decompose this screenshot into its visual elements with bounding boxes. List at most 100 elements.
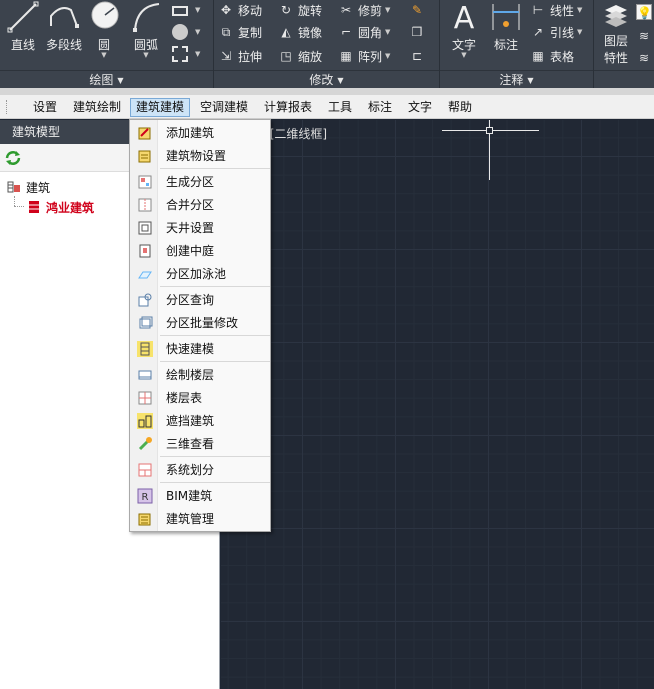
array-icon: ▦ [340,49,352,63]
text-tool[interactable]: A 文字 ▼ [446,0,482,59]
menu-add-building[interactable]: 添加建筑 [131,121,269,144]
move-icon: ✥ [220,3,232,17]
fillet-tool[interactable]: ⌐ 圆角 ▼ [338,22,390,42]
menu-zone-batch-edit[interactable]: 分区批量修改 [131,311,269,334]
rectangle-tool[interactable]: ▼ [172,0,200,20]
trim-icon: ✂ [340,3,352,17]
zone-pool-icon [138,271,152,278]
erase-tool[interactable]: ✎ [409,0,429,20]
layer-state-tool[interactable]: 💡 [636,2,654,22]
tree-connector-h [14,206,24,207]
arc-icon [133,3,160,32]
stretch-tool[interactable]: ⇲ 拉伸 [218,46,262,66]
menu-draw-floor[interactable]: 绘制楼层 [131,363,269,386]
menu-merge-zone[interactable]: 合并分区 [131,193,269,216]
annotate-group-title[interactable]: 注释 ▼ [440,71,593,88]
rotate-tool[interactable]: ↻ 旋转 [278,0,322,20]
menu-3d-view[interactable]: 三维查看 [131,432,269,455]
layer-tool-3[interactable]: ≋ [636,48,654,68]
draw-group: 直线 多段线 圆 ▼ 圆弧 ▼ ▼ ▼ ▼ 绘图 ▼ [0,0,214,88]
shading-building-icon [137,412,153,429]
copy-tool[interactable]: ⧉ 复制 [218,22,262,42]
ribbon: 直线 多段线 圆 ▼ 圆弧 ▼ ▼ ▼ ▼ 绘图 ▼ ✥ 移动 ↻ 旋转 ✂ 修… [0,0,654,88]
line-label: 直线 [10,38,35,52]
table-tool[interactable]: ▦ 表格 [530,46,574,66]
layer-stack-icon-2: ≋ [638,51,650,65]
menu-annotation[interactable]: 标注 [363,98,397,117]
zone-batch-edit-icon [139,316,153,328]
linear-dimension-icon: ⊢ [532,3,544,17]
building-block-icon [29,201,39,213]
layer-properties-tool[interactable]: 图层 特性 [598,0,634,66]
menu-building-settings[interactable]: 建筑物设置 [131,144,269,167]
dropdown-separator [160,482,270,483]
svg-text:A: A [454,1,475,34]
polyline-icon [50,7,79,28]
mirror-tool[interactable]: ◭ 镜像 [278,22,322,42]
stretch-icon: ⇲ [220,49,232,63]
menu-hvac-model[interactable]: 空调建模 [195,98,253,117]
add-building-icon [138,127,151,139]
boundary-tool[interactable]: ▼ [172,44,200,64]
menu-settings[interactable]: 设置 [28,98,62,117]
trim-tool[interactable]: ✂ 修剪 ▼ [338,0,390,20]
table-icon: ▦ [532,49,544,63]
fillet-icon: ⌐ [340,25,352,39]
menu-bar: 设置 建筑绘制 建筑建模 空调建模 计算报表 工具 标注 文字 帮助 [0,95,654,119]
create-courtyard-icon [139,244,151,257]
menu-shading-building[interactable]: 遮挡建筑 [131,409,269,432]
line-icon [7,1,39,33]
menu-building-draw[interactable]: 建筑绘制 [68,98,126,117]
menu-text[interactable]: 文字 [403,98,437,117]
menu-atrium-settings[interactable]: 天井设置 [131,216,269,239]
offset-icon: ⊏ [411,49,423,63]
dimension-tool[interactable]: 标注 [488,0,524,53]
drawing-canvas[interactable]: ]|[二维线框] [221,120,654,689]
explode-tool[interactable]: ❒ [409,22,429,42]
menu-zone-pool[interactable]: 分区加泳池 [131,262,269,285]
menu-bim-building[interactable]: R BIM建筑 [131,484,269,507]
menu-building-model[interactable]: 建筑建模 [130,98,191,117]
dropdown-separator [160,335,270,336]
menu-help[interactable]: 帮助 [443,98,477,117]
menu-zone-query[interactable]: 分区查询 [131,288,269,311]
modify-group-title[interactable]: 修改 ▼ [214,71,439,88]
layer-stack-icon: ≋ [638,29,650,43]
tree-root-label: 建筑 [26,180,51,195]
dropdown-separator [160,168,270,169]
menu-quick-model[interactable]: 快速建模 [131,337,269,360]
draw-floor-icon [138,370,152,379]
menu-tools[interactable]: 工具 [323,98,357,117]
arc-tool[interactable]: 圆弧 ▼ [128,0,164,59]
polyline-tool[interactable]: 多段线 [42,0,86,53]
svg-text:R: R [142,492,149,503]
linear-tool[interactable]: ⊢ 线性 ▼ [530,0,583,20]
refresh-icon[interactable] [4,149,22,167]
tree-connector [14,196,15,206]
scale-tool[interactable]: ◳ 缩放 [278,46,322,66]
circle-icon [91,1,119,29]
offset-tool[interactable]: ⊏ [409,46,429,66]
layer-tool-2[interactable]: ≋ [636,26,654,46]
tree-root-building[interactable]: 建筑 [6,178,50,196]
crosshair-pickbox [486,127,493,134]
layers-group: 图层 特性 💡 ≋ ≋ [594,0,654,88]
draw-group-title[interactable]: 绘图 ▼ [0,71,213,88]
menu-generate-zone[interactable]: 生成分区 [131,170,269,193]
menu-create-courtyard[interactable]: 创建中庭 [131,239,269,262]
leader-tool[interactable]: ↗ 引线 ▼ [530,22,582,42]
menu-system-division[interactable]: 系统划分 [131,458,269,481]
hatch-tool[interactable]: ▼ [172,22,200,42]
tree-child-building[interactable]: 鸿业建筑 [26,198,94,216]
menu-grip[interactable] [6,100,9,114]
circle-dropdown-icon[interactable]: ▼ [88,51,120,59]
line-tool[interactable]: 直线 [4,0,42,53]
circle-tool[interactable]: 圆 ▼ [88,0,120,59]
move-tool[interactable]: ✥ 移动 [218,0,262,20]
scale-icon: ◳ [280,49,292,63]
annotate-group: A 文字 ▼ 标注 ⊢ 线性 ▼ ↗ 引线 ▼ ▦ 表格 注释 ▼ [440,0,594,88]
array-tool[interactable]: ▦ 阵列 ▼ [338,46,390,66]
menu-building-management[interactable]: 建筑管理 [131,507,269,530]
menu-floor-table[interactable]: 楼层表 [131,386,269,409]
menu-calc-report[interactable]: 计算报表 [259,98,317,117]
